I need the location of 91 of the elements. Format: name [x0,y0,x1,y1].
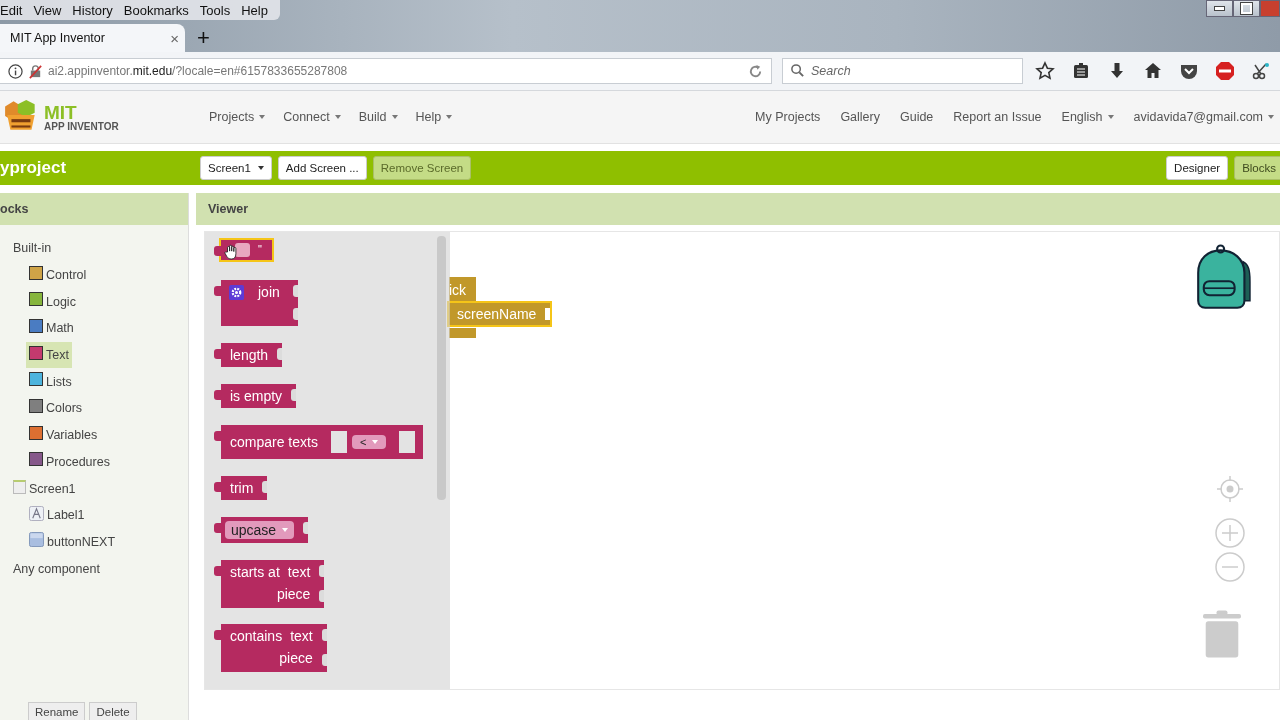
project-title: yproject [0,158,68,178]
scissors-icon[interactable] [1251,61,1271,81]
insecure-lock-icon[interactable] [28,63,43,79]
info-icon[interactable] [8,63,23,79]
input-socket[interactable] [330,431,347,453]
view-toggle-button[interactable]: Designer [1166,156,1229,180]
tree-item[interactable]: Label1 [26,501,88,529]
adblock-icon[interactable] [1215,61,1235,81]
search-icon [790,63,805,78]
quote-mark: " [258,244,262,254]
nav-link[interactable]: Guide [893,110,940,124]
label-component-icon [29,505,44,521]
close-tab-button[interactable]: × [170,29,179,47]
new-tab-button[interactable]: + [197,27,210,49]
hand-cursor-icon [224,244,238,260]
browser-menu-item[interactable]: View [28,2,68,18]
gear-icon[interactable] [229,285,244,300]
scrollbar[interactable] [437,236,446,500]
tree-item[interactable]: Procedures [26,448,113,476]
reload-icon[interactable] [748,63,763,79]
blocks-workspace[interactable]: ick screenName " join length is empty compare texts < trim upcase starts at text piece contains text piece [204,231,1280,690]
restore-button[interactable] [1233,0,1260,17]
menu-dropdown[interactable]: Projects [203,110,272,124]
tree-item[interactable]: buttonNEXT [26,528,119,556]
nav-link[interactable]: My Projects [749,110,827,124]
bookmark-star-icon[interactable] [1035,61,1055,81]
tree-item[interactable]: Any component [10,555,103,582]
block-label: join [258,284,280,300]
block-label: is empty [230,388,283,404]
operator-dropdown[interactable]: < [351,435,387,449]
language-dropdown[interactable]: English [1055,110,1120,124]
button-component-icon [29,532,44,548]
minimize-button[interactable] [1206,0,1233,17]
nav-link[interactable]: Gallery [834,110,886,124]
browser-menu-item[interactable]: Help [236,2,274,18]
input-socket[interactable] [291,389,297,401]
screen-dropdown[interactable]: Screen1 [200,156,272,180]
component-button[interactable]: Delete [89,702,137,720]
tree-item[interactable]: Built-in [10,235,55,262]
block-label: piece [279,650,313,666]
home-icon[interactable] [1143,61,1163,81]
block-label: compare texts [230,434,318,450]
input-socket[interactable] [262,481,268,493]
input-socket[interactable] [399,431,416,453]
input-socket[interactable] [319,565,325,577]
text-slot[interactable] [235,243,250,257]
screen-button[interactable]: Add Screen ... [277,156,367,180]
menu-dropdown[interactable]: Help [409,110,459,124]
block-label: starts at [230,564,280,580]
tree-item[interactable]: Lists [26,368,75,396]
reading-list-icon[interactable] [1071,61,1091,81]
block-label: trim [230,480,254,496]
block-label: contains [230,628,283,644]
block-label: text [287,564,311,580]
block-label: length [230,347,269,363]
logo-title: MIT [44,102,77,122]
input-socket[interactable] [292,308,298,320]
tree-item[interactable]: Math [26,315,77,342]
nav-link[interactable]: Report an Issue [947,110,1048,124]
browser-menu-item[interactable]: Edit [0,2,29,18]
browser-tab[interactable]: MIT App Inventor × [0,24,185,52]
screen-icon [13,479,26,494]
tree-item[interactable]: Colors [26,395,86,422]
input-socket[interactable] [321,629,327,641]
tree-item[interactable]: Control [26,261,90,289]
screen-button[interactable]: Remove Screen [372,156,472,180]
menu-dropdown[interactable]: Build [352,110,404,124]
block-label: piece [276,586,311,602]
search-field[interactable]: Search [782,58,1023,84]
browser-menu-item[interactable]: History [67,2,119,18]
input-socket[interactable] [303,522,309,534]
tree-item[interactable]: Text [26,341,72,369]
address-field[interactable]: ai2.appinventor.mit.edu/?locale=en#6157833655287808 [0,58,772,84]
input-socket[interactable] [277,348,283,360]
logo-subtitle: APP INVENTOR [44,121,119,132]
input-socket[interactable] [321,654,327,666]
menu-dropdown[interactable]: Connect [277,110,347,124]
block-label: text [290,628,313,644]
view-toggle-button[interactable]: Blocks [1234,156,1280,180]
operator-dropdown[interactable]: upcase [225,521,295,539]
browser-menu-item[interactable]: Bookmarks [118,2,195,18]
input-socket[interactable] [319,590,325,602]
panel-header: Viewer [196,193,1280,225]
account-dropdown[interactable]: avidavida7@gmail.com [1127,110,1280,124]
input-socket[interactable] [292,285,298,297]
tree-item[interactable]: Screen1 [10,475,79,502]
panel-header: ocks [0,193,188,225]
browser-menu-item[interactable]: Tools [194,2,237,18]
tree-item[interactable]: Logic [26,288,79,316]
component-button[interactable]: Rename [28,702,86,720]
tree-item[interactable]: Variables [26,421,101,449]
